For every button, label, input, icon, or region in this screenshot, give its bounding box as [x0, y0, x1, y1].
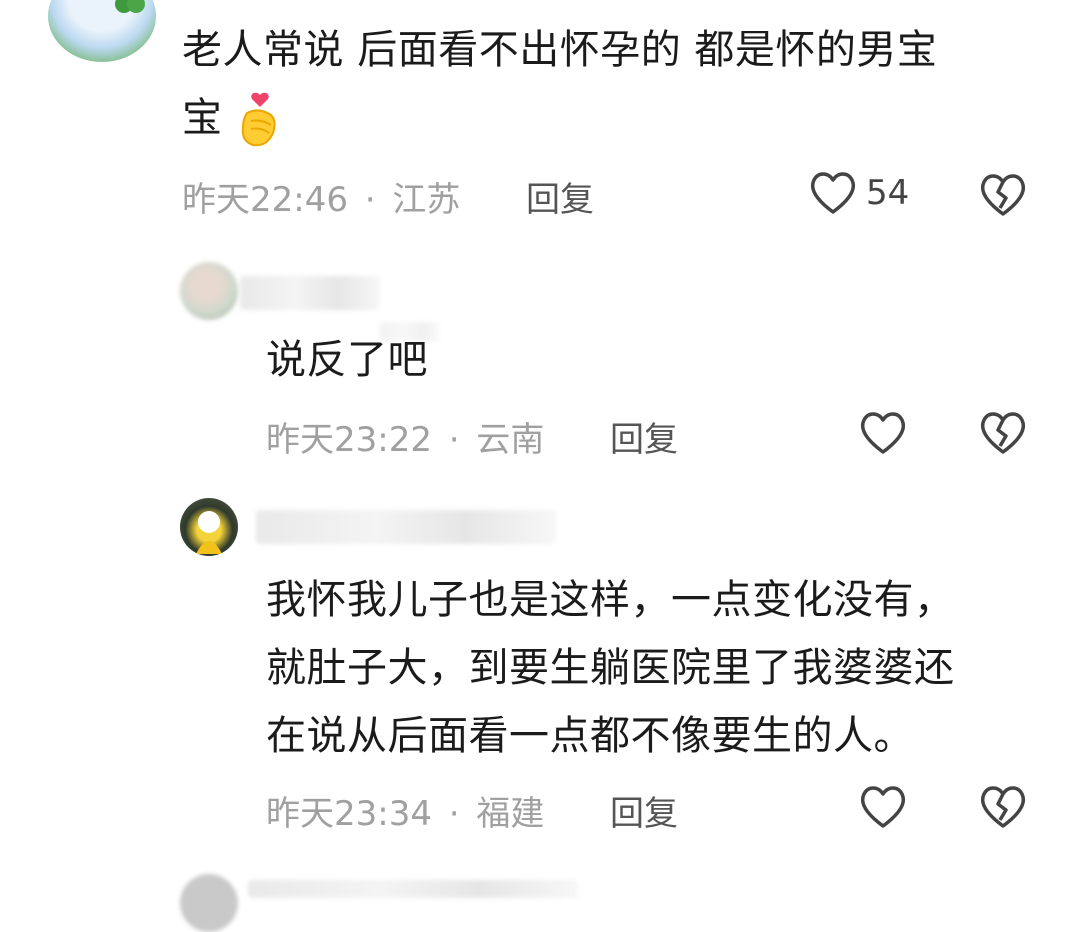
user-avatar[interactable] — [48, 0, 156, 62]
comment-text-line: 宝 — [182, 95, 223, 141]
comment-text-line: 我怀我儿子也是这样，一点变化没有， — [266, 577, 955, 623]
comment-text-line: 在说从后面看一点都不像要生的人。 — [266, 713, 914, 759]
heart-outline-icon — [860, 412, 906, 454]
comment-location: 云南 — [476, 420, 545, 460]
broken-heart-icon — [980, 412, 1026, 454]
comment-text: 说反了吧 — [266, 337, 428, 383]
comment-text-line: 老人常说 后面看不出怀孕的 都是怀的男宝 — [182, 27, 938, 73]
dislike-button[interactable] — [978, 784, 1028, 834]
heart-outline-icon — [810, 172, 856, 214]
like-button[interactable] — [858, 784, 908, 830]
broken-heart-icon — [980, 174, 1026, 216]
like-count: 54 — [866, 173, 910, 213]
meta-separator: · — [448, 420, 460, 460]
clover-icon — [115, 0, 145, 13]
username-redacted[interactable] — [240, 276, 380, 310]
reply-button[interactable]: 回复 — [610, 786, 678, 835]
username-redacted[interactable] — [256, 510, 556, 544]
reply-button[interactable]: 回复 — [526, 172, 594, 221]
comment-meta: 昨天22:46 · 江苏 — [182, 172, 460, 221]
comment-time: 昨天23:22 — [266, 420, 432, 460]
finger-heart-icon — [237, 91, 283, 149]
heart-outline-icon — [860, 786, 906, 828]
comment-meta: 昨天23:22 · 云南 — [266, 412, 544, 461]
dislike-button[interactable] — [978, 410, 1028, 460]
user-avatar[interactable] — [180, 498, 238, 556]
dislike-button[interactable] — [978, 172, 1028, 222]
comment-time: 昨天22:46 — [182, 180, 348, 220]
like-button[interactable] — [858, 410, 908, 456]
meta-separator: · — [448, 794, 460, 834]
comment-text: 老人常说 后面看不出怀孕的 都是怀的男宝 宝 — [182, 16, 1042, 152]
comment-meta: 昨天23:34 · 福建 — [266, 786, 544, 835]
comment-time: 昨天23:34 — [266, 794, 432, 834]
username-redacted[interactable] — [248, 880, 578, 898]
comment-text: 我怀我儿子也是这样，一点变化没有， 就肚子大，到要生躺医院里了我婆婆还 在说从后… — [266, 566, 1056, 770]
comment-location: 福建 — [476, 794, 545, 834]
broken-heart-icon — [980, 786, 1026, 828]
meta-separator: · — [364, 180, 376, 220]
reply-button[interactable]: 回复 — [610, 412, 678, 461]
user-avatar[interactable] — [180, 262, 238, 320]
user-avatar[interactable] — [180, 874, 238, 932]
comment-location: 江苏 — [392, 180, 461, 220]
like-button[interactable]: 54 — [808, 170, 909, 216]
cartoon-character-icon — [196, 511, 222, 554]
comment-text-line: 就肚子大，到要生躺医院里了我婆婆还 — [266, 645, 955, 691]
